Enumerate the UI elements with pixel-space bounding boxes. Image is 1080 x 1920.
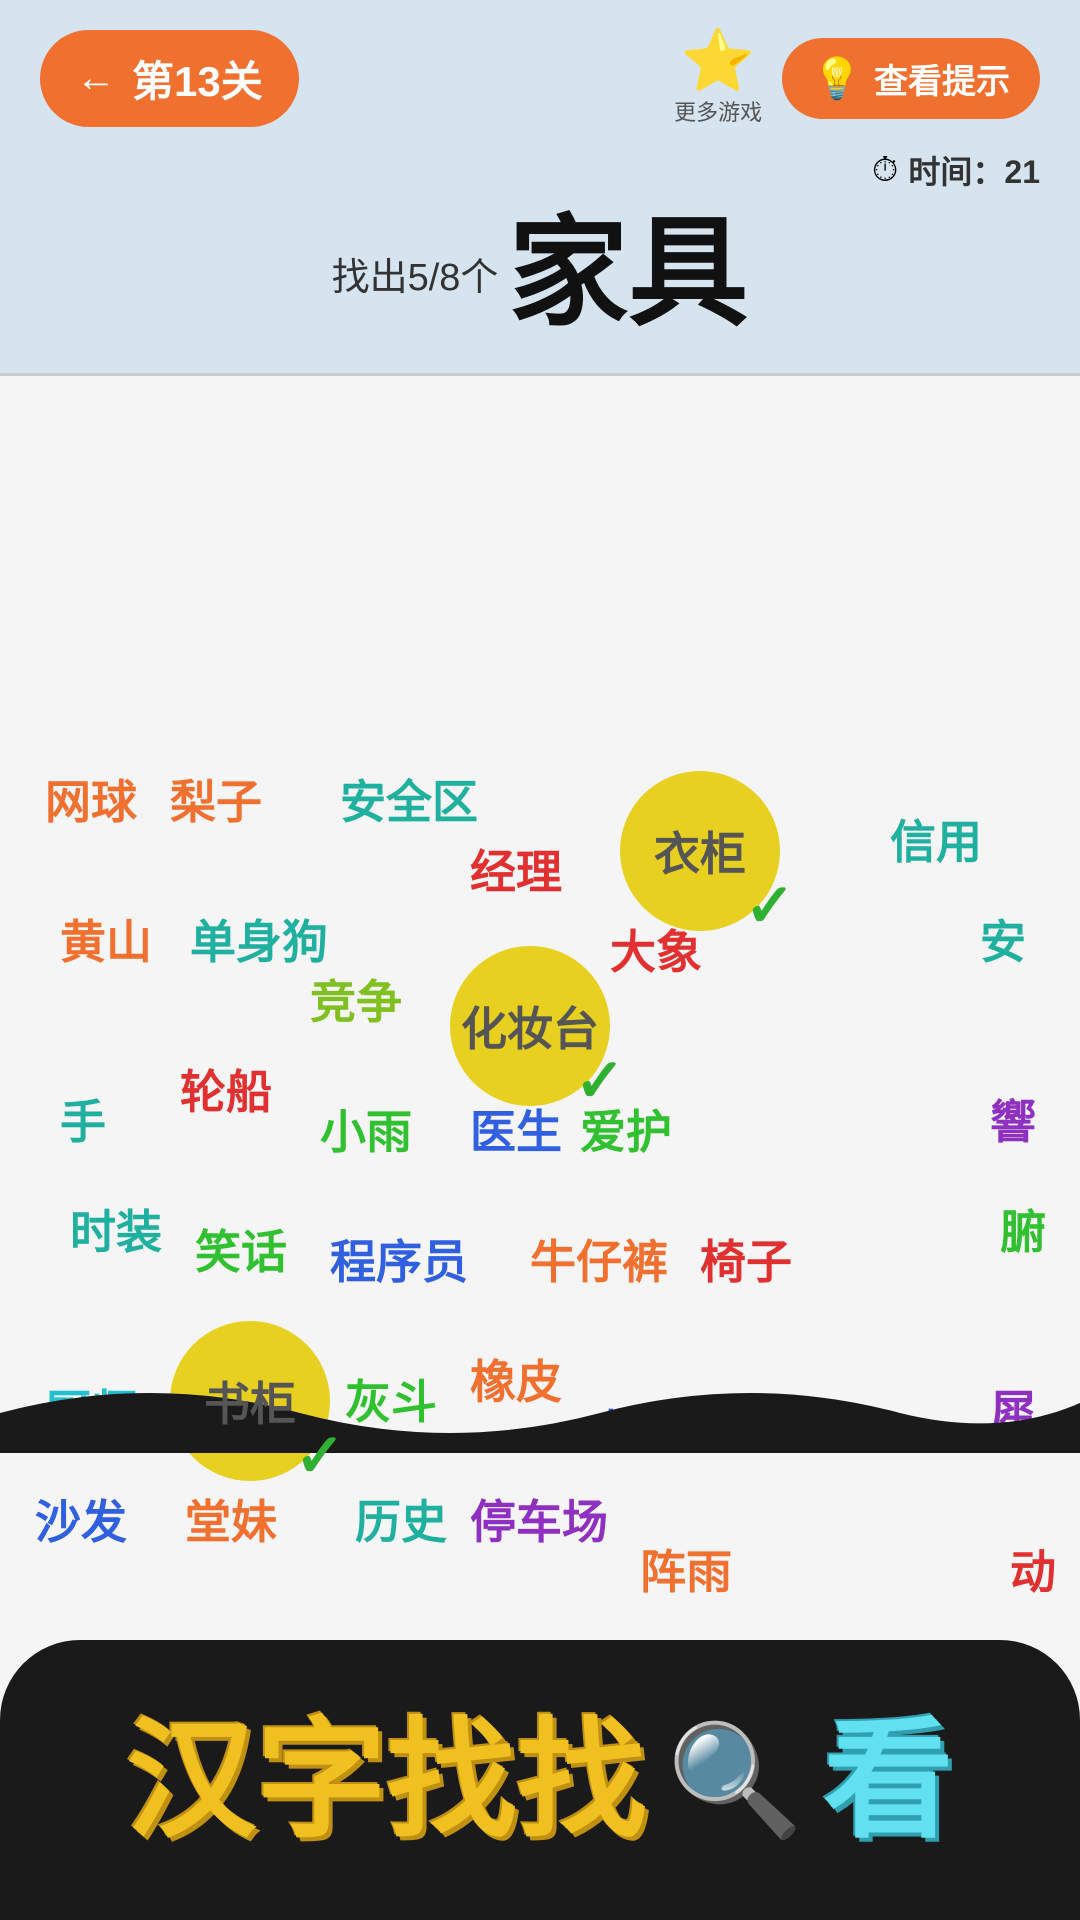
title-area: 找出5/8个 家具 (40, 213, 1040, 333)
check-mark-huazhuangtai: ✓ (575, 1046, 625, 1116)
timer-row: ⏱ 时间：21 (40, 147, 1040, 193)
bubble-huazhuangtai[interactable]: 化妆台✓ (450, 946, 610, 1106)
check-mark-yigui: ✓ (745, 871, 795, 941)
bubble-text-yigui: 衣柜 (654, 818, 746, 884)
word-shizhuang[interactable]: 时装 (70, 1196, 162, 1262)
header: ← 第13关 ⭐ 更多游戏 💡 查看提示 ⏱ 时间：21 找出5/8个 家具 (0, 0, 1080, 373)
header-right: ⭐ 更多游戏 💡 查看提示 (674, 31, 1040, 127)
word-lizi[interactable]: 梨子 (170, 766, 262, 832)
word-shafa[interactable]: 沙发 (35, 1486, 127, 1552)
word-xiaohua[interactable]: 笑话 (195, 1216, 287, 1282)
word-jingzheng[interactable]: 竞争 (310, 966, 402, 1032)
word-niuziku[interactable]: 牛仔裤 (530, 1226, 668, 1292)
word-tangmei[interactable]: 堂妹 (185, 1486, 277, 1552)
magnifier-icon: 🔍 (667, 1716, 804, 1845)
word-chenyu[interactable]: 阵雨 (640, 1536, 732, 1602)
hint-button[interactable]: 💡 查看提示 (782, 38, 1040, 119)
bubble-yigui[interactable]: 衣柜✓ (620, 771, 780, 931)
timer-label: 时间：21 (908, 147, 1040, 193)
hint-label: 查看提示 (874, 54, 1010, 103)
word-dong[interactable]: 动 (1010, 1536, 1056, 1602)
word-shou[interactable]: 手 (60, 1086, 106, 1152)
back-arrow-icon: ← (76, 56, 116, 101)
word-lunchuan[interactable]: 轮船 (180, 1056, 272, 1122)
word-tingchechang[interactable]: 停车场 (470, 1486, 608, 1552)
banner-look-text: 看 (823, 1715, 953, 1845)
find-count-text: 找出5/8个 (332, 246, 499, 301)
check-mark-shugui: ✓ (295, 1421, 345, 1491)
word-yizi[interactable]: 椅子 (700, 1226, 792, 1292)
star-icon: ⭐ (681, 31, 756, 91)
back-button[interactable]: ← 第13关 (40, 30, 299, 127)
more-games-label: 更多游戏 (674, 95, 762, 127)
header-top: ← 第13关 ⭐ 更多游戏 💡 查看提示 (40, 30, 1040, 127)
level-label: 第13关 (132, 48, 263, 109)
bubble-text-shugui: 书柜 (204, 1368, 296, 1434)
word-xiang2[interactable]: 響 (990, 1086, 1036, 1152)
word-xingyong[interactable]: 信用 (890, 806, 982, 872)
word-fu[interactable]: 腑 (1000, 1196, 1046, 1262)
hint-icon: 💡 (812, 55, 862, 102)
word-anquanqu[interactable]: 安全区 (340, 766, 478, 832)
game-area: 网球梨子安全区信用经理黄山单身狗竞争大象安轮船手小雨医生爱护響时装笑话程序员牛仔… (0, 373, 1080, 1723)
word-huangshan[interactable]: 黄山 (60, 906, 152, 972)
banner-chinese-text: 汉字找找 (127, 1715, 647, 1845)
word-xiaoyu[interactable]: 小雨 (320, 1096, 412, 1162)
more-games-section[interactable]: ⭐ 更多游戏 (674, 31, 762, 127)
word-chengxuyuan[interactable]: 程序员 (330, 1226, 468, 1292)
word-lishi[interactable]: 历史 (355, 1486, 447, 1552)
main-title: 家具 (508, 213, 748, 333)
bottom-banner: 汉字找找 🔍 看 (0, 1640, 1080, 1920)
timer-icon: ⏱ (872, 151, 899, 190)
word-an2[interactable]: 安 (980, 906, 1026, 972)
word-danshenggou[interactable]: 单身狗 (190, 906, 328, 972)
word-jingliword[interactable]: 经理 (470, 836, 562, 902)
word-wangqiu[interactable]: 网球 (45, 766, 137, 832)
